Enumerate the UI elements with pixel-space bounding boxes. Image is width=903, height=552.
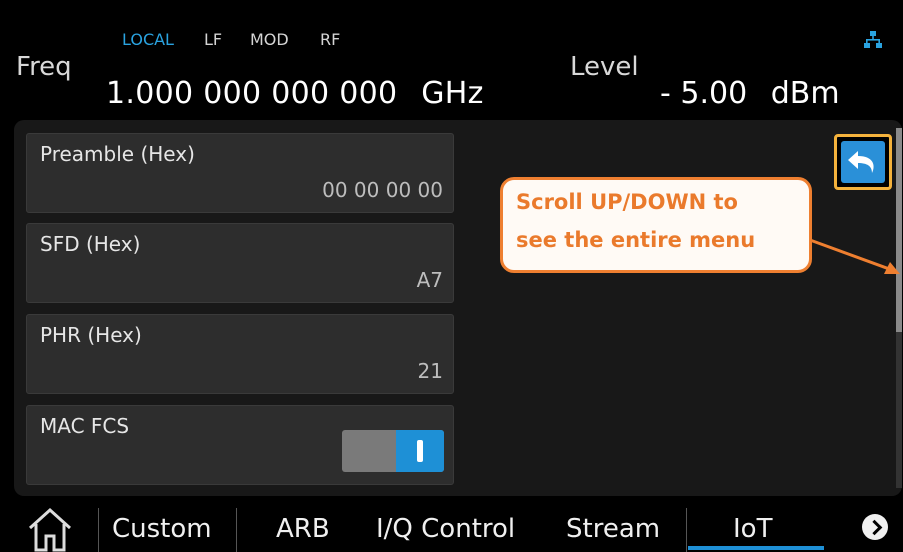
preamble-label: Preamble (Hex) [40,142,195,166]
active-tab-indicator [688,546,824,550]
home-icon[interactable] [26,504,74,552]
status-local: LOCAL [122,30,174,49]
callout-line2: see the entire menu [516,228,756,252]
tab-iot[interactable]: IoT [733,514,772,544]
tab-custom[interactable]: Custom [112,514,212,544]
freq-value[interactable]: 1.000 000 000 000 GHz [106,76,484,111]
level-value[interactable]: - 5.00 dBm [660,76,840,111]
tab-separator [236,508,237,552]
toggle-knob [396,430,444,472]
tab-arb[interactable]: ARB [276,514,330,544]
callout-line1: Scroll UP/DOWN to [516,190,738,214]
preamble-value: 00 00 00 00 [322,178,443,202]
tab-iq-control[interactable]: I/Q Control [376,514,515,544]
level-label: Level [570,52,639,82]
status-mod: MOD [250,30,289,49]
tab-stream[interactable]: Stream [566,514,660,544]
mac-fcs-toggle[interactable] [342,430,444,472]
mac-fcs-label: MAC FCS [40,414,130,438]
freq-number: 1.000 000 000 000 [106,76,398,111]
network-icon [864,31,882,48]
phr-label: PHR (Hex) [40,323,142,347]
freq-label: Freq [16,52,72,82]
level-unit: dBm [770,76,840,111]
status-rf: RF [320,30,341,49]
scroll-hint-callout: Scroll UP/DOWN to see the entire menu [500,177,812,273]
sfd-value: A7 [416,268,443,292]
phr-field[interactable]: PHR (Hex) 21 [26,314,454,394]
phr-value: 21 [417,359,443,383]
sfd-label: SFD (Hex) [40,232,141,256]
level-number: - 5.00 [660,76,748,111]
chevron-right-icon[interactable] [862,514,888,540]
tab-separator [98,508,99,552]
freq-unit: GHz [421,76,484,111]
back-button[interactable] [834,134,892,190]
status-lf: LF [204,30,223,49]
callout-arrow [809,238,900,274]
preamble-field[interactable]: Preamble (Hex) 00 00 00 00 [26,133,454,213]
sfd-field[interactable]: SFD (Hex) A7 [26,223,454,303]
tab-separator [686,508,687,552]
back-arrow-icon [841,141,885,183]
